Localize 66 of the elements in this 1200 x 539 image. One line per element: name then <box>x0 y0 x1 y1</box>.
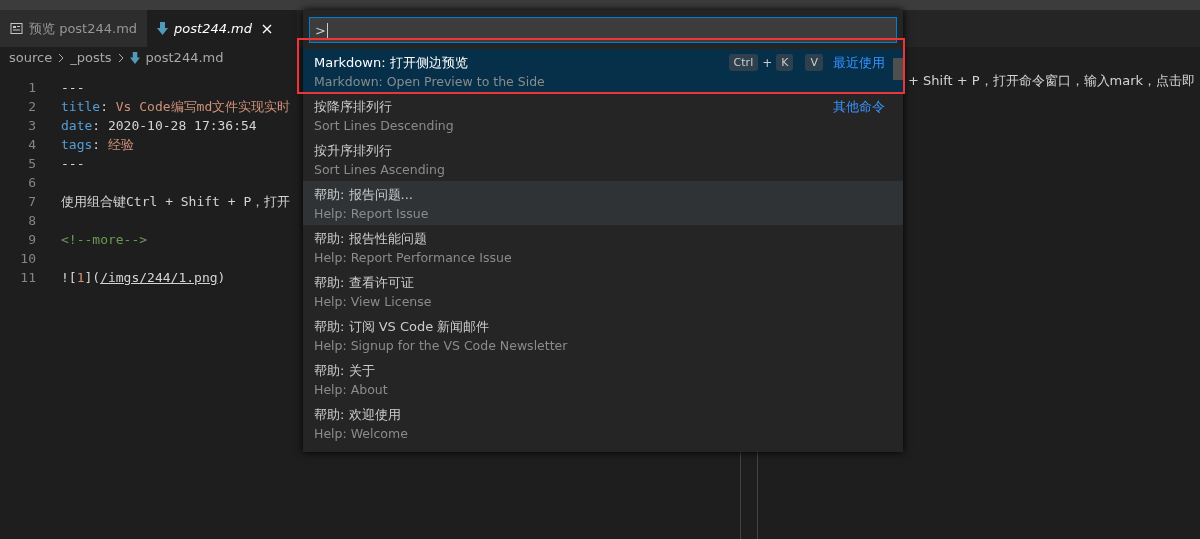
line-number: 5 <box>27 156 36 171</box>
command-description: Help: Report Performance Issue <box>314 250 513 265</box>
command-label: 帮助: 查看许可证 <box>314 273 414 292</box>
command-description: Help: Signup for the VS Code Newsletter <box>314 338 569 353</box>
down-arrow-icon <box>157 22 169 35</box>
editor-tab[interactable]: post244.md <box>147 10 298 47</box>
keyboard-key: V <box>805 54 823 71</box>
chevron-icon <box>117 52 124 63</box>
command-item[interactable]: 帮助: 查看许可证 Help: View License <box>303 269 903 313</box>
command-label: 帮助: 报告性能问题 <box>314 229 427 248</box>
line-number: 7 <box>27 194 36 209</box>
close-icon[interactable] <box>262 23 272 34</box>
command-description: Help: About <box>314 382 389 397</box>
preview-text: + Shift + P，打开命令窗口，输入mark，点击即 <box>907 72 1197 90</box>
command-item[interactable]: 帮助: 欢迎使用 Help: Welcome <box>303 401 903 445</box>
command-label: 帮助: 关于 <box>314 361 375 380</box>
line-number: 8 <box>27 213 36 228</box>
command-label: 按升序排列行 <box>314 141 392 160</box>
group-label: 其他命令 <box>833 97 885 116</box>
line-number: 1 <box>27 80 36 95</box>
code-line: ![1](/imgs/244/1.png) <box>61 270 226 285</box>
command-description: Help: View License <box>314 294 433 309</box>
breadcrumb-item[interactable]: source <box>9 50 53 65</box>
code-line: --- <box>61 80 85 95</box>
down-arrow-icon <box>129 51 140 64</box>
keyboard-key: Ctrl <box>728 54 759 71</box>
command-input[interactable]: > <box>309 17 897 43</box>
line-number: 9 <box>27 232 36 247</box>
code-line: 使用组合键Ctrl + Shift + P，打开 <box>61 192 291 211</box>
command-description: Markdown: Open Preview to the Side <box>314 74 546 89</box>
command-item[interactable]: 帮助: 报告性能问题 Help: Report Performance Issue <box>303 225 903 269</box>
command-description: Help: Welcome <box>314 426 409 441</box>
command-item[interactable]: 帮助: 报告问题... Help: Report Issue <box>303 181 903 225</box>
command-label: 帮助: 报告问题... <box>314 185 413 204</box>
code-line: tags: 经验 <box>61 135 134 154</box>
code-line: date: 2020-10-28 17:36:54 <box>61 118 257 133</box>
command-label: 帮助: 订阅 VS Code 新闻邮件 <box>314 317 490 336</box>
command-item[interactable]: Markdown: 打开侧边预览 Ctrl + K V 最近使用 Markdown: Open Preview to the Side <box>303 49 903 93</box>
line-number: 6 <box>27 175 36 190</box>
line-number: 2 <box>27 99 36 114</box>
scrollbar-thumb[interactable] <box>893 58 903 80</box>
keyboard-key: K <box>776 54 794 71</box>
command-label: Markdown: 打开侧边预览 <box>314 53 468 72</box>
group-label: 最近使用 <box>833 53 885 72</box>
breadcrumb-item[interactable]: post244.md <box>145 50 224 65</box>
chevron-icon <box>58 52 65 63</box>
line-number: 10 <box>19 251 36 266</box>
command-item[interactable]: 按降序排列行 其他命令 Sort Lines Descending <box>303 93 903 137</box>
line-number: 4 <box>27 137 36 152</box>
key-separator: + <box>762 55 773 70</box>
command-item[interactable]: 按升序排列行 Sort Lines Ascending <box>303 137 903 181</box>
command-description: Sort Lines Descending <box>314 118 455 133</box>
command-label: 按降序排列行 <box>314 97 392 116</box>
breadcrumb-item[interactable]: _posts <box>70 50 112 65</box>
editor-tab[interactable]: 预览 post244.md <box>0 10 148 47</box>
code-line: --- <box>61 156 85 171</box>
command-item[interactable]: 帮助: 关于 Help: About <box>303 357 903 401</box>
command-label: 帮助: 欢迎使用 <box>314 405 401 424</box>
command-item[interactable]: 帮助: 订阅 VS Code 新闻邮件 Help: Signup for the VS Code Newsletter <box>303 313 903 357</box>
line-number: 11 <box>19 270 36 285</box>
command-description: Help: Report Issue <box>314 206 430 221</box>
code-line: title: Vs Code编写md文件实现实时 <box>61 97 291 116</box>
line-number: 3 <box>27 118 36 133</box>
preview-icon <box>10 22 23 35</box>
command-description: Sort Lines Ascending <box>314 162 446 177</box>
code-line: <!--more--> <box>61 232 148 247</box>
